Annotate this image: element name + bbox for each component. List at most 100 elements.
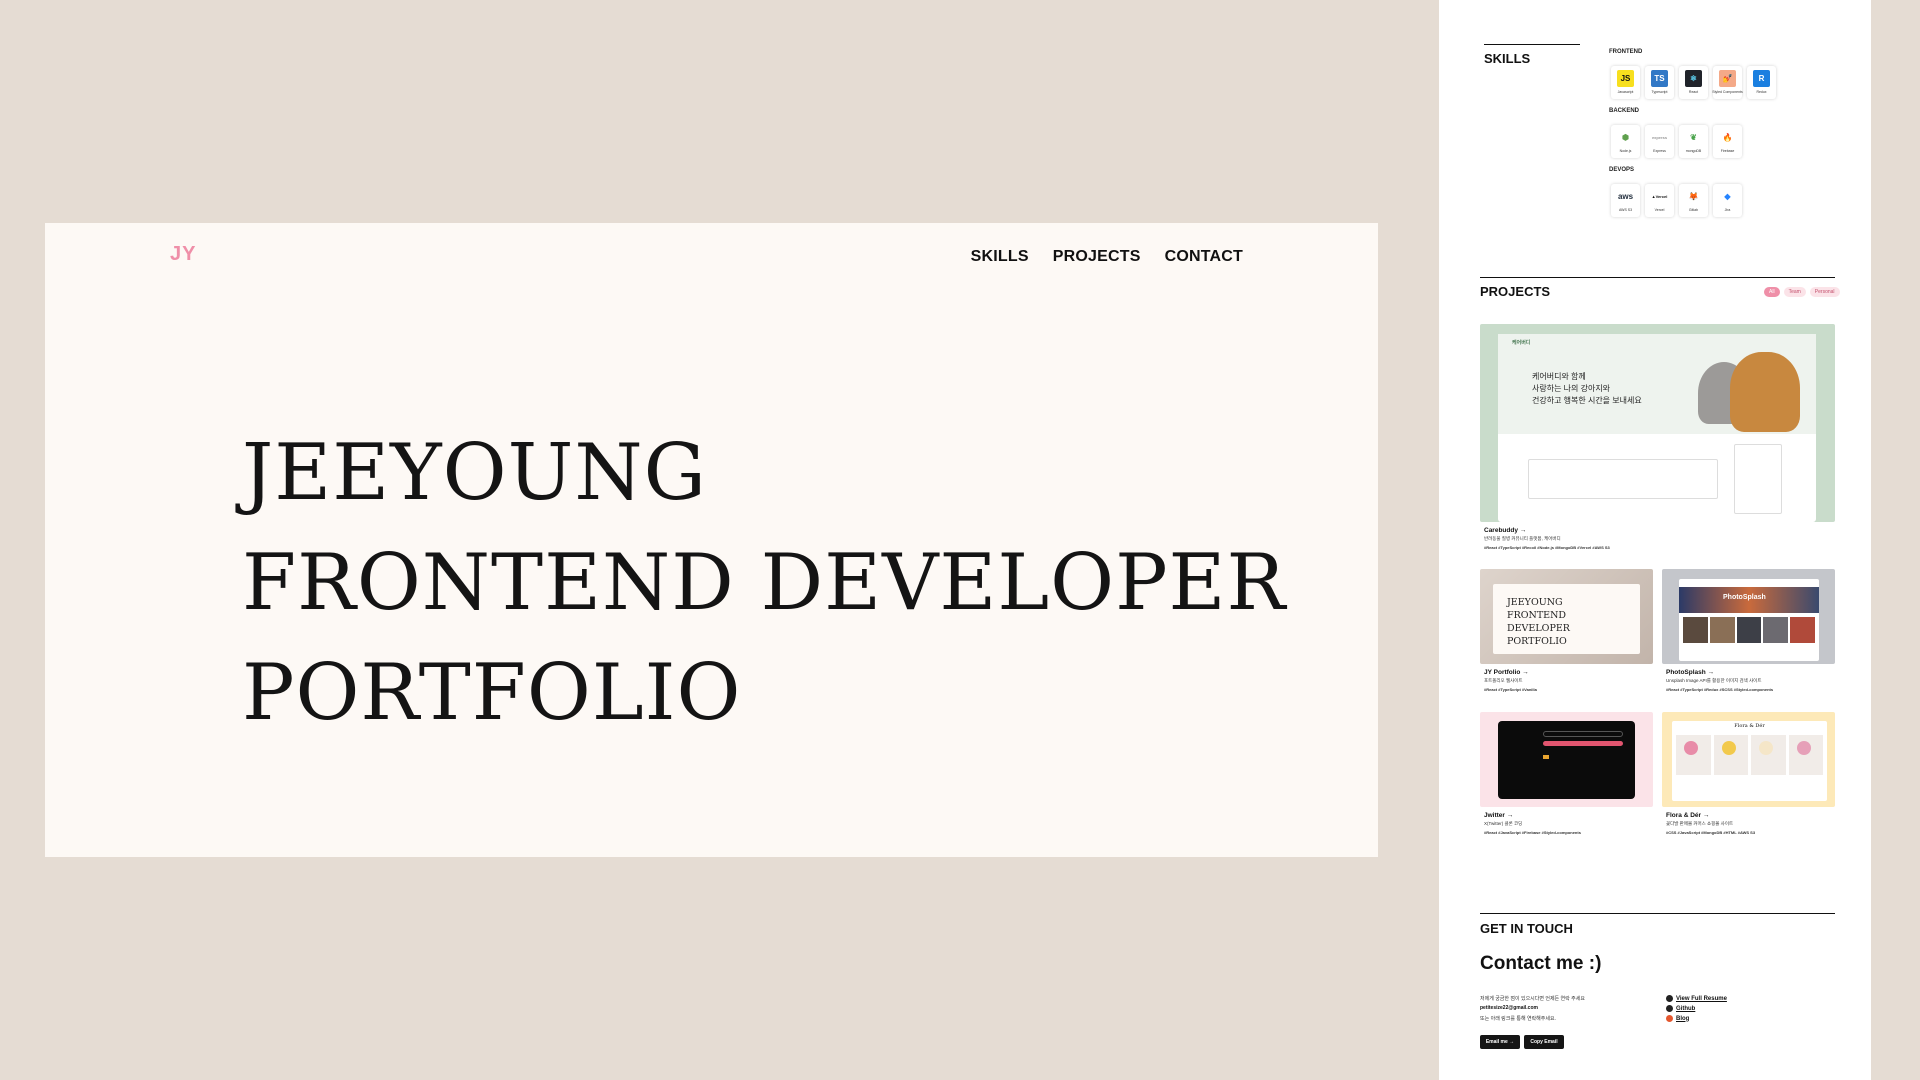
filter-personal[interactable]: Personal: [1809, 287, 1840, 297]
project-tags-photosplash: #React #TypeScript #Redux #SCSS #Styled-…: [1666, 687, 1774, 692]
project-tags-flora: #CSS #JavaScript #MongoDB #HTML #AWS S3: [1666, 830, 1756, 835]
flower-tile: [1676, 735, 1711, 775]
project-title-jy-portfolio[interactable]: JY Portfolio →: [1484, 669, 1529, 676]
filter-all[interactable]: All: [1764, 287, 1780, 297]
github-link-label: Github: [1676, 1005, 1696, 1012]
photo-tile: [1790, 617, 1815, 643]
skills-title: SKILLS: [1484, 51, 1531, 66]
flower-tile: [1751, 735, 1786, 775]
carebuddy-mock-post: [1528, 459, 1718, 499]
project-tags-jy-portfolio: #React #TypeScript #Vanilla: [1484, 687, 1537, 692]
skill-name: Jira: [1724, 208, 1731, 212]
project-title-photosplash[interactable]: PhotoSplash →: [1666, 669, 1714, 676]
copy-email-button[interactable]: Copy Email: [1524, 1035, 1564, 1049]
contact-title: Contact me :): [1480, 953, 1602, 974]
headline-line-3: PORTFOLIO: [242, 648, 742, 738]
nav-projects[interactable]: PROJECTS: [1053, 248, 1141, 266]
filter-team[interactable]: Team: [1783, 287, 1806, 297]
headline-line-2: FRONTEND DEVELOPER: [242, 538, 1287, 628]
project-desc-jwitter: X(Twitter) 클론 코딩: [1484, 821, 1523, 826]
hero-section: JY SKILLS PROJECTS CONTACT JEEYOUNG FRON…: [45, 223, 1378, 857]
jwitter-mock-input: [1543, 731, 1623, 737]
flower-tile: [1788, 735, 1823, 775]
project-thumb-jy-portfolio[interactable]: JEEYOUNG FRONTEND DEVELOPER PORTFOLIO: [1480, 569, 1653, 664]
firebase-icon: 🔥: [1719, 129, 1736, 146]
contact-email[interactable]: petitesize22@gmail.com: [1480, 1005, 1538, 1011]
jwitter-mock: [1498, 721, 1635, 799]
nav-skills[interactable]: SKILLS: [971, 248, 1029, 266]
styled-components-icon: 💅: [1719, 70, 1736, 87]
blog-icon: [1666, 1015, 1673, 1022]
skill-card-firebase: 🔥 Firebase: [1713, 125, 1742, 158]
contact-rule: [1480, 913, 1835, 914]
photosplash-grid: [1683, 617, 1815, 643]
jwitter-mock-button: [1543, 741, 1623, 746]
portfolio-mock: JEEYOUNG FRONTEND DEVELOPER PORTFOLIO: [1493, 584, 1640, 654]
project-desc-carebuddy: 반려동물 질병 커뮤니티 플랫폼, 케어버디: [1484, 536, 1561, 541]
mongodb-icon: ❦: [1685, 129, 1702, 146]
flora-mock-logo: Flora & Dér: [1734, 723, 1765, 729]
contact-intro: 저에게 궁금한 점이 있으시다면 언제든 연락 주세요: [1480, 996, 1585, 1002]
react-icon: ⚛: [1685, 70, 1702, 87]
flora-mock-products: [1676, 735, 1823, 775]
jira-icon: ◆: [1719, 188, 1736, 205]
nav-contact[interactable]: CONTACT: [1165, 248, 1243, 266]
email-me-button[interactable]: Email me →: [1480, 1035, 1520, 1049]
dog-image: [1730, 352, 1800, 432]
skill-card-vercel: ▲Vercel Vercel: [1645, 184, 1674, 217]
project-title-carebuddy[interactable]: Carebuddy →: [1484, 527, 1526, 534]
skills-group-devops: DEVOPS: [1609, 167, 1635, 173]
skill-name: Node.js: [1619, 149, 1632, 153]
project-filters: All Team Personal: [1764, 287, 1840, 297]
project-tags-jwitter: #React #JavaScript #Firebase #Styled-com…: [1484, 830, 1581, 835]
site-logo[interactable]: JY: [170, 243, 196, 266]
project-desc-flora: 꽃다발 판매몰 커머스 쇼핑몰 사이트: [1666, 821, 1734, 826]
resume-link-label: View Full Resume: [1676, 995, 1727, 1002]
project-title-jwitter[interactable]: Jwitter →: [1484, 812, 1513, 819]
vercel-icon: ▲Vercel: [1651, 188, 1668, 205]
skill-name: Express: [1653, 149, 1666, 153]
skills-rule: [1484, 44, 1580, 45]
portfolio-mock-line-1: JEEYOUNG: [1507, 597, 1563, 608]
skill-card-javascript: JS Javascript: [1611, 66, 1640, 99]
project-thumb-carebuddy[interactable]: 케어버디 케어버디와 함께 사랑하는 나의 강아지와 건강하고 행복한 시간을 …: [1480, 324, 1835, 522]
project-title-flora[interactable]: Flora & Dér →: [1666, 812, 1709, 819]
carebuddy-mock-line-1: 케어버디와 함께: [1532, 372, 1586, 381]
github-link[interactable]: Github: [1666, 1005, 1695, 1012]
skill-name: React: [1688, 90, 1699, 94]
skill-card-gitlab: 🦊 Gitlab: [1679, 184, 1708, 217]
skill-card-node-js: ⬢ Node.js: [1611, 125, 1640, 158]
project-desc-photosplash: Unsplash Image API를 활용한 이미지 검색 사이트: [1666, 678, 1762, 683]
carebuddy-mock-copy: 케어버디와 함께 사랑하는 나의 강아지와 건강하고 행복한 시간을 보내세요: [1532, 371, 1642, 407]
skill-card-jira: ◆ Jira: [1713, 184, 1742, 217]
project-thumb-photosplash[interactable]: PhotoSplash: [1662, 569, 1835, 664]
skill-card-react: ⚛ React: [1679, 66, 1708, 99]
skills-group-backend: BACKEND: [1609, 108, 1639, 114]
typescript-icon: TS: [1651, 70, 1668, 87]
projects-title: PROJECTS: [1480, 284, 1551, 299]
aws-s3-icon: aws: [1617, 188, 1634, 205]
photo-tile: [1709, 617, 1735, 643]
skill-card-express: express Express: [1645, 125, 1674, 158]
blog-link[interactable]: Blog: [1666, 1015, 1689, 1022]
project-thumb-flora[interactable]: Flora & Dér: [1662, 712, 1835, 807]
node-js-icon: ⬢: [1617, 129, 1634, 146]
project-tags-carebuddy: #React #TypeScript #Recoil #Node.js #Mon…: [1484, 545, 1610, 550]
express-icon: express: [1651, 129, 1668, 146]
redux-icon: R: [1753, 70, 1770, 87]
blog-link-label: Blog: [1676, 1015, 1690, 1022]
project-thumb-jwitter[interactable]: [1480, 712, 1653, 807]
flora-mock: Flora & Dér: [1672, 721, 1827, 801]
skill-name: Javascript: [1617, 90, 1634, 94]
project-desc-jy-portfolio: 포트폴리오 웹사이트: [1484, 678, 1523, 683]
skill-name: Vercel: [1654, 208, 1665, 212]
resume-link[interactable]: View Full Resume: [1666, 995, 1727, 1002]
contact-intro-2: 또는 아래 링크를 통해 연락해주세요.: [1480, 1016, 1556, 1022]
javascript-icon: JS: [1617, 70, 1634, 87]
carebuddy-mock-sidebar: [1734, 444, 1782, 514]
photo-tile: [1683, 617, 1708, 643]
skill-card-styled-components: 💅 Styled Components: [1712, 66, 1743, 99]
skill-card-mongodb: ❦ mongoDB: [1679, 125, 1708, 158]
jwitter-mock-avatar: [1543, 755, 1549, 759]
skill-name: Styled Components: [1712, 90, 1743, 94]
